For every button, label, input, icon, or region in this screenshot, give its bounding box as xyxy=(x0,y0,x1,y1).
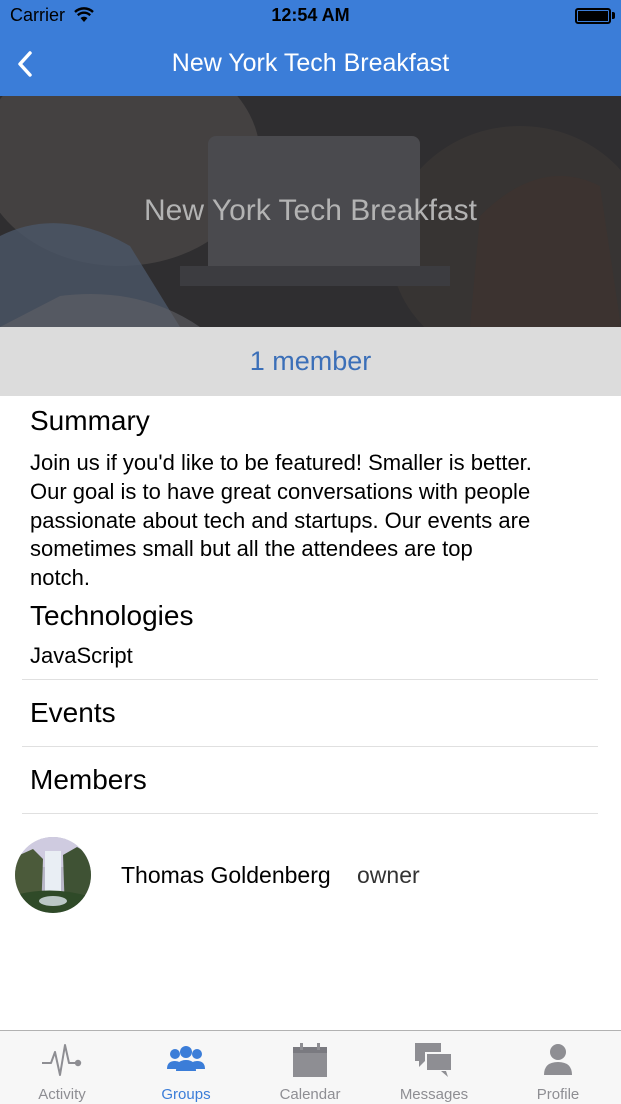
summary-line: passionate about tech and startups. Our … xyxy=(30,507,531,533)
tab-profile[interactable]: Profile xyxy=(496,1031,620,1104)
activity-pulse-icon xyxy=(42,1044,82,1076)
tab-label: Calendar xyxy=(279,1086,341,1103)
member-list-item[interactable]: Thomas Goldenberg owner xyxy=(0,832,621,918)
summary-line: sometimes small but all the attendees ar… xyxy=(30,536,473,562)
events-heading: Events xyxy=(30,697,116,728)
members-heading: Members xyxy=(30,764,147,795)
tab-activity[interactable]: Activity xyxy=(0,1031,124,1104)
divider xyxy=(22,813,598,814)
battery-tip xyxy=(612,12,615,19)
member-role: owner xyxy=(357,862,420,888)
group-cover-image: New York Tech Breakfast xyxy=(0,96,621,327)
messages-icon xyxy=(415,1043,453,1077)
divider xyxy=(22,679,598,680)
status-bar: Carrier 12:54 AM xyxy=(0,0,621,32)
battery-icon xyxy=(575,8,611,24)
member-count-bar: 1 member xyxy=(0,327,621,396)
avatar xyxy=(15,837,91,913)
summary-heading: Summary xyxy=(30,405,150,436)
cover-title: New York Tech Breakfast xyxy=(144,194,477,227)
tab-label: Groups xyxy=(161,1086,211,1103)
groups-icon xyxy=(167,1046,205,1071)
tab-label: Activity xyxy=(38,1086,86,1103)
profile-icon xyxy=(544,1044,572,1075)
technology-item: JavaScript xyxy=(30,643,133,668)
calendar-icon xyxy=(293,1043,327,1077)
tab-messages[interactable]: Messages xyxy=(372,1031,496,1104)
summary-text: Join us if you'd like to be featured! Sm… xyxy=(30,449,605,593)
tab-bar: Activity Groups Calendar Messages Profil… xyxy=(0,1030,621,1104)
tab-groups[interactable]: Groups xyxy=(124,1031,248,1104)
summary-line: notch. xyxy=(30,565,90,591)
divider xyxy=(22,746,598,747)
member-name: Thomas Goldenberg xyxy=(121,862,331,888)
member-count-link[interactable]: 1 member xyxy=(0,346,621,377)
tab-calendar[interactable]: Calendar xyxy=(248,1031,372,1104)
tab-label: Messages xyxy=(399,1086,469,1103)
page-title: New York Tech Breakfast xyxy=(171,49,450,77)
summary-line: Our goal is to have great conversations … xyxy=(30,478,531,504)
navigation-bar: New York Tech Breakfast xyxy=(0,32,621,96)
technologies-heading: Technologies xyxy=(30,600,194,631)
summary-line: Join us if you'd like to be featured! Sm… xyxy=(30,450,532,475)
tab-label: Profile xyxy=(536,1086,580,1103)
status-time: 12:54 AM xyxy=(271,5,350,25)
